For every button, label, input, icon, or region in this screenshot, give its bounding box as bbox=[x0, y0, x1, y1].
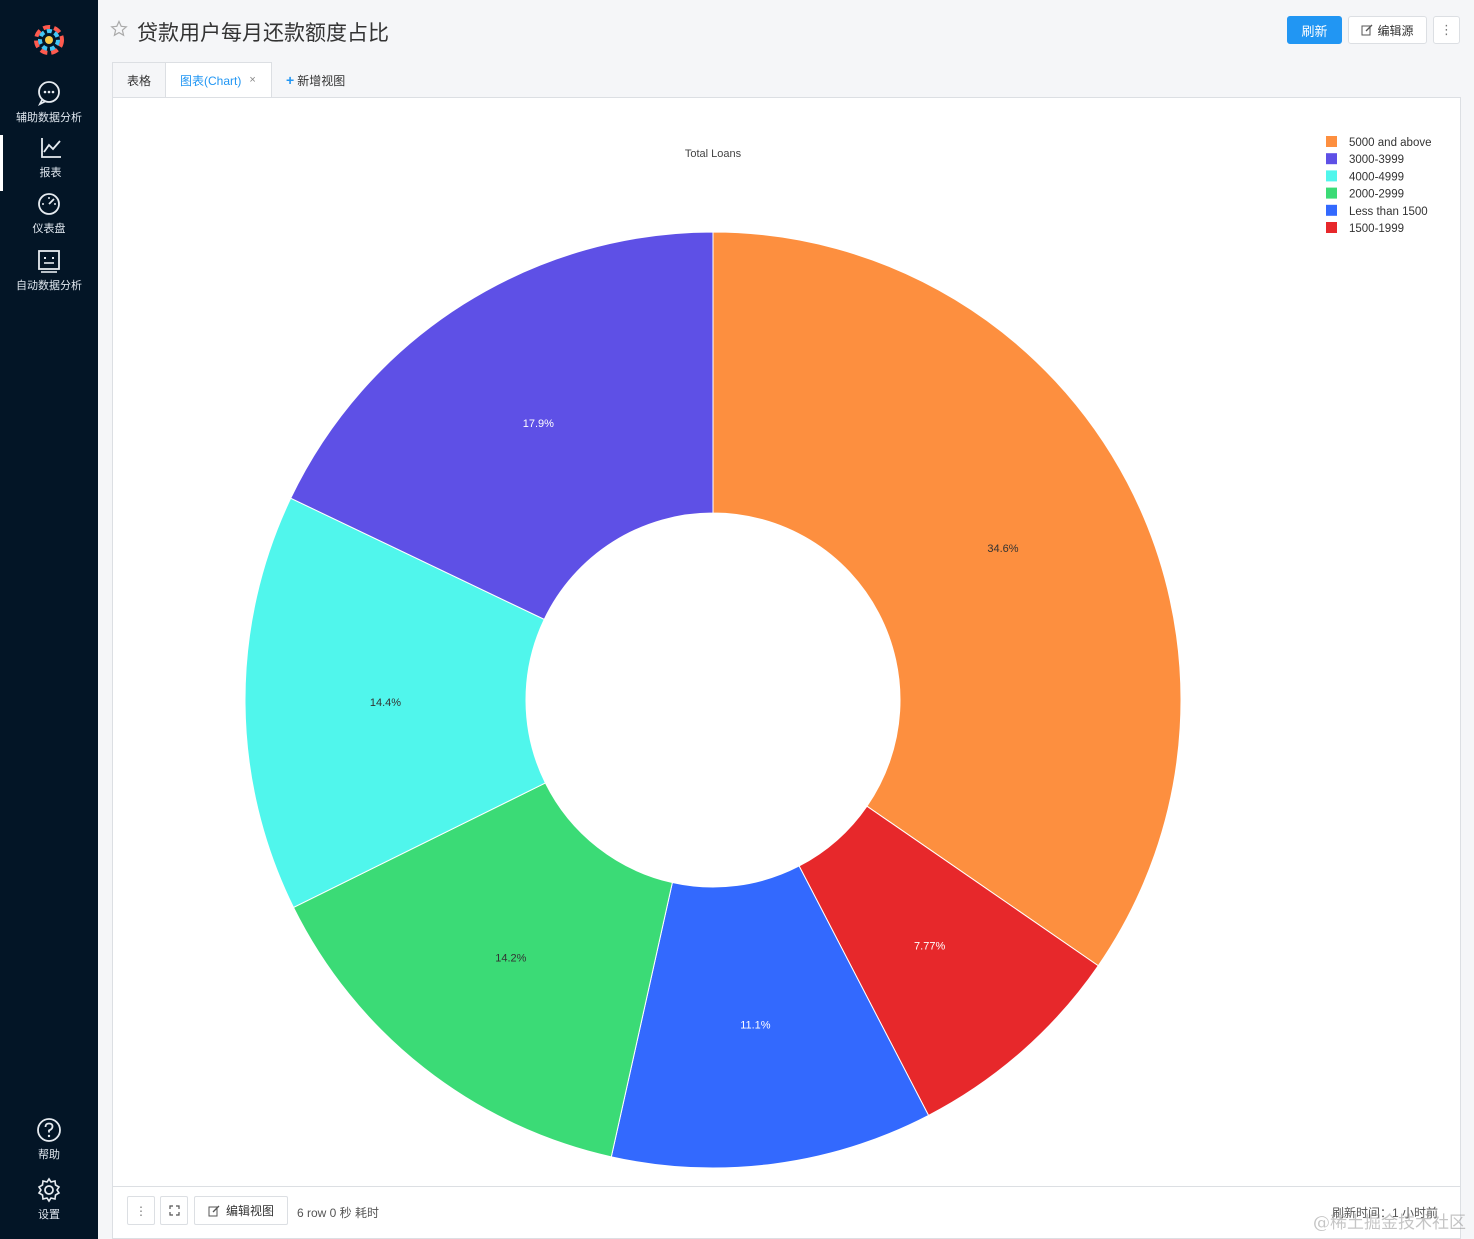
slice-label: 17.9% bbox=[523, 418, 554, 430]
legend-label[interactable]: 5000 and above bbox=[1349, 137, 1432, 149]
fullscreen-button[interactable] bbox=[160, 1196, 188, 1225]
gauge-icon bbox=[38, 193, 60, 215]
sidebar-item-auto-analysis[interactable]: 自动数据分析 bbox=[0, 248, 98, 304]
chat-bubble-icon bbox=[37, 81, 60, 106]
watermark: @稀土掘金技术社区 bbox=[1313, 1213, 1466, 1233]
logo-icon bbox=[34, 25, 64, 55]
pie-slice[interactable] bbox=[712, 231, 1182, 967]
legend-swatch[interactable] bbox=[1326, 187, 1337, 199]
sidebar-item-label: 报表 bbox=[39, 167, 62, 179]
legend-label[interactable]: Less than 1500 bbox=[1349, 206, 1428, 218]
edit-view-label: 编辑视图 bbox=[225, 1204, 274, 1218]
legend-label[interactable]: 3000-3999 bbox=[1349, 154, 1404, 166]
legend-label[interactable]: 2000-2999 bbox=[1349, 189, 1404, 201]
legend-swatch[interactable] bbox=[1326, 153, 1337, 165]
footer-more-button[interactable]: ⋮ bbox=[127, 1196, 155, 1225]
sidebar-item-label: 设置 bbox=[38, 1209, 60, 1221]
tab-chart[interactable]: 图表(Chart) × bbox=[165, 62, 272, 98]
slice-label: 34.6% bbox=[987, 543, 1018, 555]
star-icon[interactable] bbox=[110, 20, 128, 38]
chart-title: Total Loans bbox=[685, 148, 742, 160]
sidebar-item-assist-analysis[interactable]: 辅助数据分析 bbox=[0, 80, 98, 136]
slice-label: 11.1% bbox=[740, 1020, 771, 1032]
panel-footer: ⋮ 编辑视图 6 row 0 秒 耗时 刷新时间：1 小时前 bbox=[112, 1187, 1461, 1239]
legend-swatch[interactable] bbox=[1326, 204, 1337, 216]
help-icon bbox=[37, 1118, 61, 1142]
legend-swatch[interactable] bbox=[1326, 222, 1337, 233]
sidebar-item-label: 帮助 bbox=[38, 1149, 60, 1161]
slice-label: 7.77% bbox=[914, 941, 945, 953]
more-menu-button[interactable]: ⋮ bbox=[1433, 16, 1460, 44]
sidebar-item-help[interactable]: 帮助 bbox=[0, 1117, 98, 1173]
chart-panel: Total Loans 34.6% 7.77% 11.1% 14.2% 14.4% 17.… bbox=[112, 97, 1461, 1187]
row-info: 6 row 0 秒 耗时 bbox=[297, 1206, 380, 1220]
sidebar-item-label: 辅助数据分析 bbox=[16, 112, 82, 124]
page-title: 贷款用户每月还款额度占比 bbox=[137, 22, 389, 45]
sidebar-item-settings[interactable]: 设置 bbox=[0, 1177, 98, 1233]
refresh-button[interactable]: 刷新 bbox=[1287, 16, 1342, 44]
edit-source-label: 编辑源 bbox=[1377, 23, 1414, 38]
sidebar: 辅助数据分析 报表 仪表盘 自动数据分析 帮助 设置 bbox=[0, 0, 98, 1239]
donut-chart[interactable]: Total Loans 34.6% 7.77% 11.1% 14.2% 14.4% 17.… bbox=[113, 98, 1462, 1188]
slice-label: 14.4% bbox=[370, 697, 401, 709]
legend-label[interactable]: 1500-1999 bbox=[1349, 223, 1404, 235]
sidebar-item-label: 自动数据分析 bbox=[16, 280, 82, 292]
sidebar-item-label: 仪表盘 bbox=[32, 223, 66, 235]
edit-view-button[interactable]: 编辑视图 bbox=[194, 1196, 288, 1225]
legend-swatch[interactable] bbox=[1326, 136, 1337, 147]
edit-source-button[interactable]: 编辑源 bbox=[1348, 16, 1427, 44]
add-view-button[interactable]: + 新增视图 bbox=[272, 62, 362, 98]
tab-label: 表格 bbox=[127, 73, 152, 88]
close-icon[interactable]: × bbox=[249, 74, 255, 86]
gear-icon bbox=[37, 1177, 61, 1203]
robot-icon bbox=[38, 250, 60, 273]
expand-icon bbox=[168, 1205, 180, 1216]
sidebar-item-dashboard[interactable]: 仪表盘 bbox=[0, 191, 98, 247]
tab-table[interactable]: 表格 bbox=[112, 62, 166, 98]
tab-label: 图表(Chart) bbox=[180, 73, 242, 88]
plus-icon: + bbox=[286, 72, 295, 88]
add-view-label: 新增视图 bbox=[297, 73, 346, 88]
line-chart-icon bbox=[40, 138, 61, 158]
edit-icon bbox=[1361, 24, 1373, 36]
legend-swatch[interactable] bbox=[1326, 170, 1337, 182]
slice-label: 14.2% bbox=[495, 953, 526, 965]
sidebar-item-reports[interactable]: 报表 bbox=[0, 135, 98, 191]
edit-icon bbox=[208, 1205, 220, 1216]
legend-label[interactable]: 4000-4999 bbox=[1349, 171, 1404, 183]
